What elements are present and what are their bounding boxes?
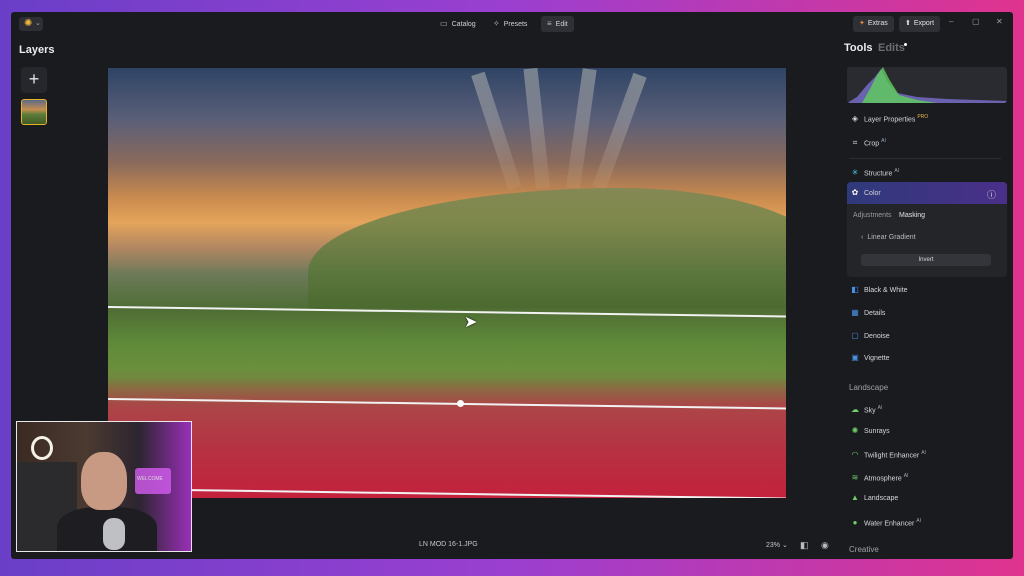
file-name: LN MOD 16-1.JPG [419,541,478,548]
histogram-graph [847,67,1007,103]
microphone [103,518,125,550]
twilight-icon: ◠ [851,450,859,460]
zoom-select[interactable]: 23% ⌄ [766,541,788,549]
tool-landscape[interactable]: ▲ Landscape [850,489,898,507]
tool-black-white[interactable]: ◧ Black & White [850,281,907,299]
info-icon[interactable]: ⓘ [987,188,996,201]
invert-button[interactable]: Invert [861,254,991,266]
sliders-icon: ≡ [547,19,552,28]
folder-icon: ▭ [440,19,448,28]
tab-adjustments[interactable]: Adjustments [853,212,892,219]
gradient-bottom-line[interactable] [108,488,786,498]
tool-water-enhancer[interactable]: ● Water Enhancer AI [850,512,921,530]
layers-icon: ◈ [851,114,859,124]
nav-catalog[interactable]: ▭ Catalog [434,16,482,32]
sun-logo-icon: ✺ [24,18,33,29]
sunrays-icon: ✺ [851,426,859,435]
section-creative: Creative [849,545,879,554]
ring-light [31,436,53,460]
app-menu-button[interactable]: ✺ ⌄ [19,17,43,31]
mouse-pointer-icon: ➤ [464,314,478,331]
photo-canvas[interactable]: ➤ [108,68,786,498]
histogram [847,67,1007,103]
chevron-left-icon: ‹ [861,234,864,241]
tool-color[interactable]: ✿ Color [850,184,881,202]
gradient-handle[interactable] [457,400,464,407]
export-button[interactable]: ⬆ Export [899,16,941,32]
details-icon: ▦ [851,308,859,317]
linear-gradient-mask[interactable]: ‹ Linear Gradient [861,234,916,241]
section-landscape: Landscape [849,383,889,392]
tool-vignette[interactable]: ▣ Vignette [850,349,889,367]
sunray [523,68,550,189]
close-icon[interactable]: ✕ [996,17,1003,26]
plus-icon: + [28,69,40,89]
compare-icon[interactable]: ◧ [800,540,809,551]
tab-tools[interactable]: Tools [844,42,873,54]
tool-sunrays[interactable]: ✺ Sunrays [850,422,890,440]
atmosphere-icon: ≋ [851,473,859,483]
maximize-icon[interactable]: ▢ [972,17,980,26]
tab-masking[interactable]: Masking [899,212,925,219]
tool-structure[interactable]: ✳ Structure AI [850,162,899,180]
tool-twilight-enhancer[interactable]: ◠ Twilight Enhancer AI [850,444,926,462]
sunray [471,71,522,191]
sunray [566,68,597,189]
neon-sign: WELCOME [135,468,171,494]
edits-indicator [904,43,907,46]
tool-sky[interactable]: ☁ Sky AI [850,399,882,417]
nav-edit[interactable]: ≡ Edit [541,16,574,32]
tool-denoise[interactable]: ▢ Denoise [850,327,889,345]
tool-crop[interactable]: ⌗ Crop AI [850,132,886,150]
tool-details[interactable]: ▦ Details [850,304,885,322]
sparkle-icon: ✧ [493,19,500,28]
vignette-icon: ▣ [851,353,859,362]
layer-thumbnail[interactable] [21,99,47,125]
nav-presets[interactable]: ✧ Presets [487,16,533,32]
structure-icon: ✳ [851,168,859,178]
eye-icon[interactable]: ◉ [821,540,829,551]
top-bar: ✺ ⌄ ▭ Catalog ✧ Presets ≡ Edit ✦ Extras ⬆ Exp… [11,12,1013,36]
water-drop-icon: ● [852,518,858,528]
landscape-icon: ▲ [851,493,859,502]
tool-layer-properties[interactable]: ◈ Layer Properties PRO [850,108,928,126]
cloud-icon: ☁ [851,405,859,415]
palette-icon: ✿ [851,188,859,197]
minimize-icon[interactable]: – [949,17,953,26]
tab-edits[interactable]: Edits [878,42,905,54]
gradient-center-line[interactable] [108,398,786,409]
bw-icon: ◧ [851,285,859,294]
sunray [592,72,647,191]
divider [849,158,1001,159]
crop-icon: ⌗ [852,138,858,148]
hill-shape [308,188,786,308]
extras-button[interactable]: ✦ Extras [853,16,894,32]
extras-icon: ✦ [859,20,865,27]
add-layer-button[interactable]: + [21,67,47,93]
webcam-overlay: WELCOME [16,421,192,552]
chevron-down-icon: ⌄ [35,20,41,27]
person-face [81,452,127,510]
denoise-icon: ▢ [851,331,859,340]
export-icon: ⬆ [905,20,911,27]
layers-title: Layers [19,44,55,56]
tool-atmosphere[interactable]: ≋ Atmosphere AI [850,467,909,485]
